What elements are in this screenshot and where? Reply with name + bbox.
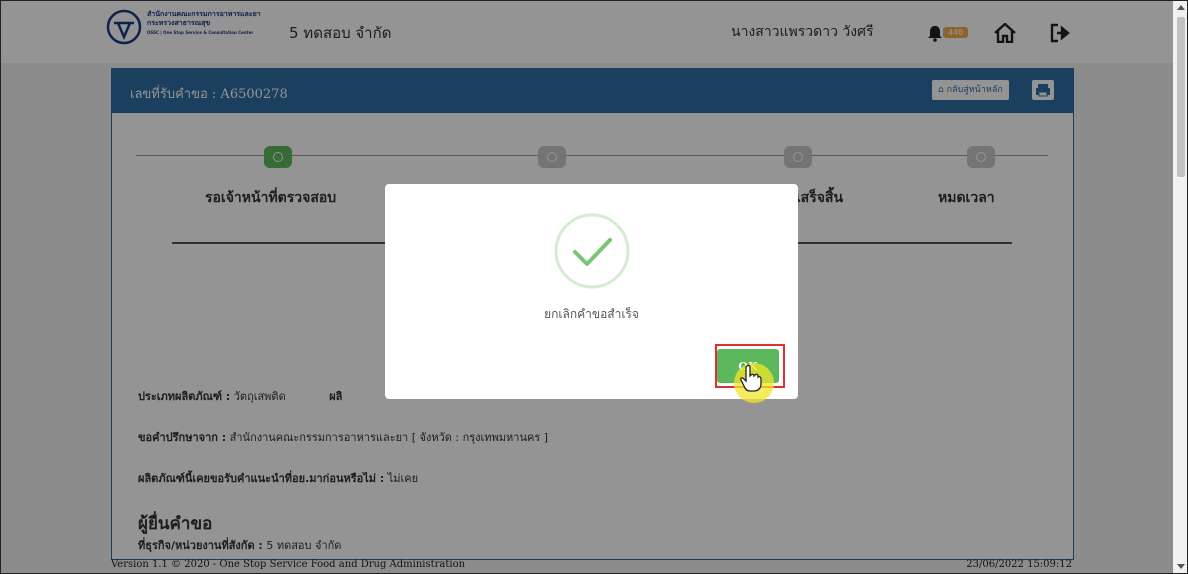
browser-window: สำนักงานคณะกรรมการอาหารและยา กระทรวงสาธา… (0, 0, 1188, 574)
scroll-down-icon[interactable] (1177, 564, 1185, 569)
hand-cursor-icon (740, 364, 762, 392)
success-check-icon (554, 213, 630, 289)
scroll-thumb[interactable] (1177, 17, 1185, 177)
scroll-up-icon[interactable] (1177, 5, 1185, 10)
dialog-message: ยกเลิกคำขอสำเร็จ (544, 307, 639, 321)
vertical-scrollbar[interactable] (1173, 1, 1187, 573)
